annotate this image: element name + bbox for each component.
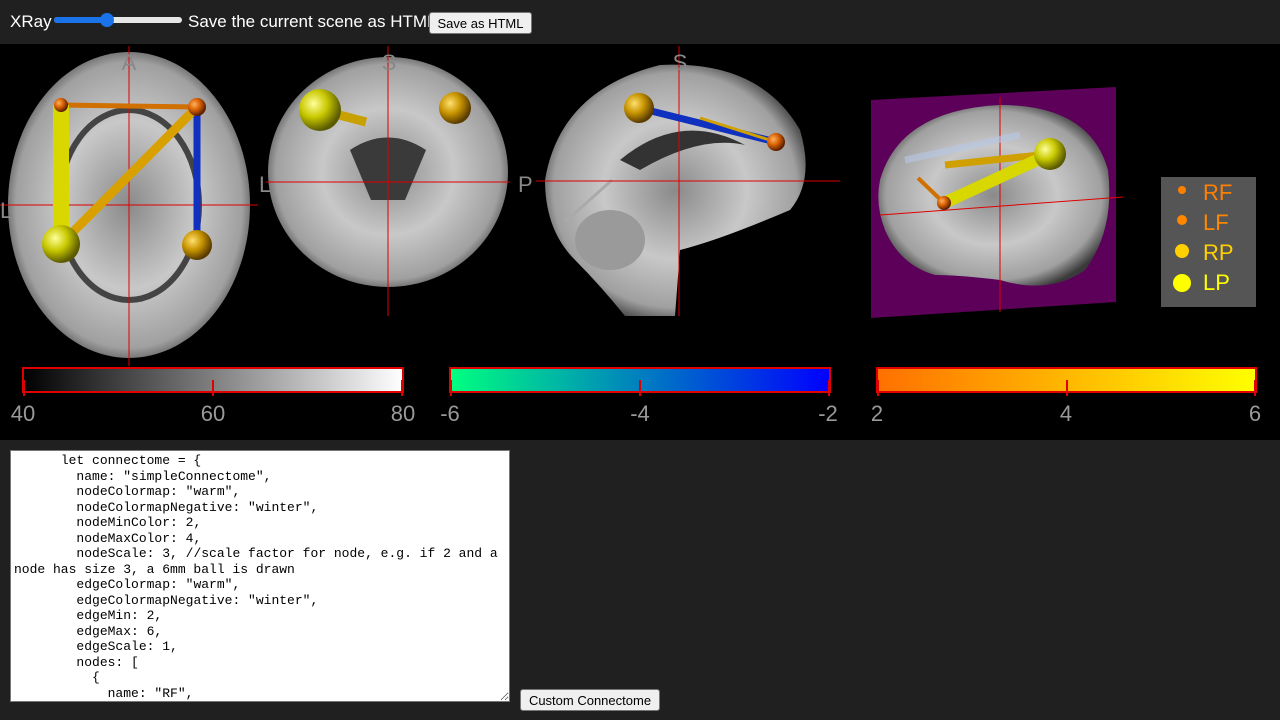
coronal-left-label: L <box>259 172 271 197</box>
render-3d-view[interactable] <box>871 87 1124 318</box>
render-node-lp <box>1034 138 1066 170</box>
viewer-canvas[interactable]: A L S L S P RF LF RP LP 40 60 80 -6 -4 -… <box>0 44 1280 440</box>
coronal-top-label: S <box>382 50 397 75</box>
colorbar-winter-tick-label: -2 <box>818 401 838 426</box>
sagittal-brain-slice <box>545 64 806 317</box>
node-legend: RF LF RP LP <box>1161 177 1256 307</box>
coronal-node-lp <box>299 89 341 131</box>
render-node-lf <box>937 196 951 210</box>
legend-label-rp: RP <box>1203 240 1234 265</box>
legend-marker-rp <box>1175 244 1189 258</box>
custom-connectome-button[interactable]: Custom Connectome <box>520 689 660 711</box>
render-brain <box>878 105 1110 286</box>
colorbar-gray: 40 60 80 <box>11 367 415 426</box>
colorbar-gray-tick-label: 60 <box>201 401 225 426</box>
axial-edge-rf-lf <box>60 102 198 110</box>
legend-label-lp: LP <box>1203 270 1230 295</box>
xray-slider[interactable] <box>54 13 182 27</box>
sagittal-left-label: P <box>518 172 533 197</box>
colorbar-winter: -6 -4 -2 <box>440 367 838 426</box>
sagittal-node-rp <box>624 93 654 123</box>
sagittal-node-rf <box>767 133 785 151</box>
axial-node-lf <box>54 98 68 112</box>
colorbar-warm-tick-label: 2 <box>871 401 883 426</box>
axial-top-label: A <box>122 50 137 75</box>
sagittal-view[interactable]: S P <box>518 46 840 317</box>
colorbar-gray-tick-label: 40 <box>11 401 35 426</box>
editor-panel: let connectome = { name: "simpleConnecto… <box>0 440 1280 720</box>
coronal-view[interactable]: S L <box>259 46 510 316</box>
sagittal-top-label: S <box>673 50 688 75</box>
colorbar-warm-tick-label: 4 <box>1060 401 1072 426</box>
connectome-code-editor[interactable]: let connectome = { name: "simpleConnecto… <box>10 450 510 702</box>
legend-label-rf: RF <box>1203 180 1232 205</box>
axial-node-rp <box>182 230 212 260</box>
axial-left-label: L <box>0 198 12 223</box>
colorbar-warm-tick-label: 6 <box>1249 401 1261 426</box>
axial-node-lp <box>42 225 80 263</box>
axial-view[interactable]: A L <box>0 46 258 366</box>
colorbar-gray-tick-label: 80 <box>391 401 415 426</box>
legend-marker-rf <box>1178 186 1186 194</box>
legend-label-lf: LF <box>1203 210 1229 235</box>
legend-marker-lf <box>1177 215 1187 225</box>
coronal-node-rp <box>439 92 471 124</box>
legend-marker-lp <box>1173 274 1191 292</box>
viewer-svg[interactable]: A L S L S P RF LF RP LP 40 60 80 -6 -4 -… <box>0 44 1280 440</box>
colorbar-winter-tick-label: -6 <box>440 401 460 426</box>
save-html-button[interactable]: Save as HTML <box>429 12 532 34</box>
colorbar-winter-tick-label: -4 <box>630 401 650 426</box>
xray-label: XRay <box>10 12 52 31</box>
save-html-label: Save the current scene as HTML <box>188 12 437 31</box>
xray-slider-fill <box>54 17 107 23</box>
xray-slider-thumb[interactable] <box>99 13 114 27</box>
sagittal-cerebellum <box>575 210 645 270</box>
colorbar-warm: 2 4 6 <box>871 367 1261 426</box>
toolbar: XRay Save the current scene as HTML Save… <box>0 0 1280 44</box>
axial-node-rf <box>188 98 206 116</box>
